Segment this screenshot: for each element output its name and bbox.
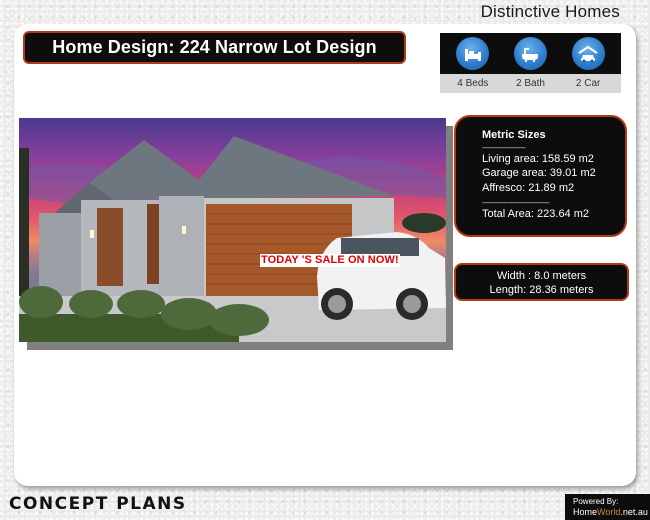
features-strip: 4 Beds 2 Bath 2 Car xyxy=(440,33,621,93)
feature-labels: 4 Beds 2 Bath 2 Car xyxy=(440,74,621,93)
page-title: Home Design: 224 Narrow Lot Design xyxy=(23,31,406,64)
metric-divider: -------------------- xyxy=(482,142,526,152)
beds-label: 4 Beds xyxy=(457,78,489,89)
living-area: Living area: 158.59 m2 xyxy=(482,152,594,165)
feature-icons xyxy=(440,33,621,74)
powered-by-badge[interactable]: Powered By: HomeWorld.net.au xyxy=(565,494,650,520)
brand-name: Distinctive Homes xyxy=(480,2,620,21)
bath-label: 2 Bath xyxy=(516,78,545,89)
homeworld-link[interactable]: HomeWorld.net.au xyxy=(573,507,650,517)
sale-badge[interactable]: TODAY 'S SALE ON NOW! xyxy=(260,254,400,267)
lot-length: Length: 28.36 meters xyxy=(489,284,594,296)
concept-plans-logo: CONCEPT PLANS xyxy=(9,494,187,514)
lot-width: Width : 8.0 meters xyxy=(496,270,587,282)
dimensions-box: Width : 8.0 meters Length: 28.36 meters xyxy=(454,263,629,301)
house-photo xyxy=(19,118,446,342)
powered-by-label: Powered By: xyxy=(573,497,619,506)
metric-heading: Metric Sizes xyxy=(482,129,546,141)
total-area: Total Area: 223.64 m2 xyxy=(482,208,590,220)
car-icon xyxy=(571,37,605,70)
metric-sizes-box: Metric Sizes -------------------- Living… xyxy=(454,115,627,237)
bed-icon xyxy=(456,37,490,70)
car-label: 2 Car xyxy=(575,78,601,89)
bath-icon xyxy=(513,37,547,70)
metric-divider-2: ------------------------------- xyxy=(482,198,550,207)
garage-area: Garage area: 39.01 m2 xyxy=(482,167,596,179)
affresco-area: Affresco: 21.89 m2 xyxy=(482,181,575,194)
